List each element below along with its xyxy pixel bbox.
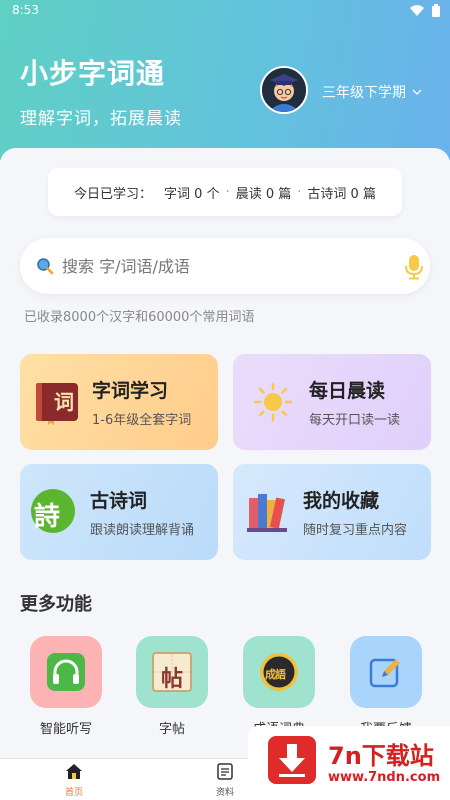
header: 8:53 小步字词通 理解字词，拓展晨读 三年级下学期 (0, 0, 450, 160)
books-icon (247, 494, 287, 532)
status-bar: 8:53 (0, 0, 450, 22)
app-title: 小步字词通 (20, 57, 166, 90)
app-subtitle: 理解字词，拓展晨读 (20, 109, 182, 129)
tab-label: 首页 (64, 788, 83, 798)
feature-icon-bg: 帖 (136, 636, 208, 708)
tile-title: 古诗词 (90, 490, 148, 512)
tile-desc: 每天开口读一读 (309, 413, 401, 428)
tile-title: 我的收藏 (303, 490, 380, 512)
copybook-glyph: 帖 (161, 666, 184, 692)
sun-icon (253, 382, 293, 422)
watermark-brand: 7n下载站 (328, 742, 434, 770)
progress-words: 字词 0 个 (164, 186, 220, 202)
tile-title: 字词学习 (92, 380, 169, 402)
feature-label: 智能听写 (39, 722, 92, 737)
separator: · (297, 184, 302, 200)
feature-icon-bg: 成語 (243, 636, 315, 708)
tile-my-favorites[interactable]: 我的收藏 随时复习重点内容 (233, 464, 431, 560)
feature-idiom-dictionary[interactable]: 成語 成语词典 (234, 636, 324, 737)
idiom-glyph: 成語 (265, 668, 286, 681)
grade-selector[interactable]: 三年级下学期 (322, 82, 422, 102)
avatar[interactable] (260, 66, 308, 114)
grade-label: 三年级下学期 (322, 85, 406, 101)
status-time: 8:53 (12, 3, 39, 17)
tile-morning-reading[interactable]: 每日晨读 每天开口读一读 (233, 354, 431, 450)
tile-word-study[interactable]: 词 字词学习 1-6年级全套字词 (20, 354, 218, 450)
feature-feedback[interactable]: 我要反馈 (341, 636, 431, 737)
library-stats: 已收录8000个汉字和60000个常用词语 (24, 310, 255, 325)
search-bar[interactable] (20, 238, 430, 294)
search-icon (37, 258, 54, 275)
watermark: 7n下载站 www.7ndn.com (248, 726, 450, 800)
tile-title: 每日晨读 (309, 380, 386, 402)
tile-ancient-poetry[interactable]: 詩 古诗词 跟读朗读理解背诵 (20, 464, 218, 560)
feature-icon-bg (30, 636, 102, 708)
feature-dictation[interactable]: 智能听写 (21, 636, 111, 737)
watermark-url: www.7ndn.com (328, 770, 441, 785)
status-icons (410, 4, 440, 17)
tab-label: 资料 (215, 788, 234, 798)
battery-icon (432, 4, 440, 17)
today-progress: 今日已学习： 字词 0 个 · 晨读 0 篇 · 古诗词 0 篇 (48, 168, 402, 216)
separator: · (225, 184, 230, 200)
progress-label: 今日已学习： (74, 186, 153, 202)
tile-desc: 随时复习重点内容 (303, 523, 408, 538)
feature-copybook[interactable]: 帖 字帖 (127, 636, 217, 737)
feature-label: 字帖 (158, 722, 185, 737)
headphones-icon (47, 653, 85, 691)
download-icon (268, 736, 316, 784)
progress-poems: 古诗词 0 篇 (307, 186, 376, 202)
student-avatar-icon (262, 68, 306, 112)
home-icon (66, 764, 82, 779)
chevron-down-icon (412, 89, 422, 95)
progress-reading: 晨读 0 篇 (235, 186, 292, 202)
tab-home[interactable]: 首页 (44, 763, 104, 798)
microphone-icon[interactable] (404, 254, 424, 280)
tile-icon-glyph: 词 (54, 390, 74, 414)
wifi-icon (410, 5, 424, 16)
tile-desc: 跟读朗读理解背诵 (90, 523, 195, 538)
tab-materials[interactable]: 资料 (195, 763, 255, 798)
search-input[interactable] (62, 252, 382, 280)
tile-icon-glyph: 詩 (34, 502, 61, 532)
more-features-title: 更多功能 (20, 594, 92, 615)
feedback-icon (369, 658, 400, 688)
document-icon (217, 763, 233, 780)
feature-icon-bg (350, 636, 422, 708)
tile-desc: 1-6年级全套字词 (92, 413, 192, 428)
